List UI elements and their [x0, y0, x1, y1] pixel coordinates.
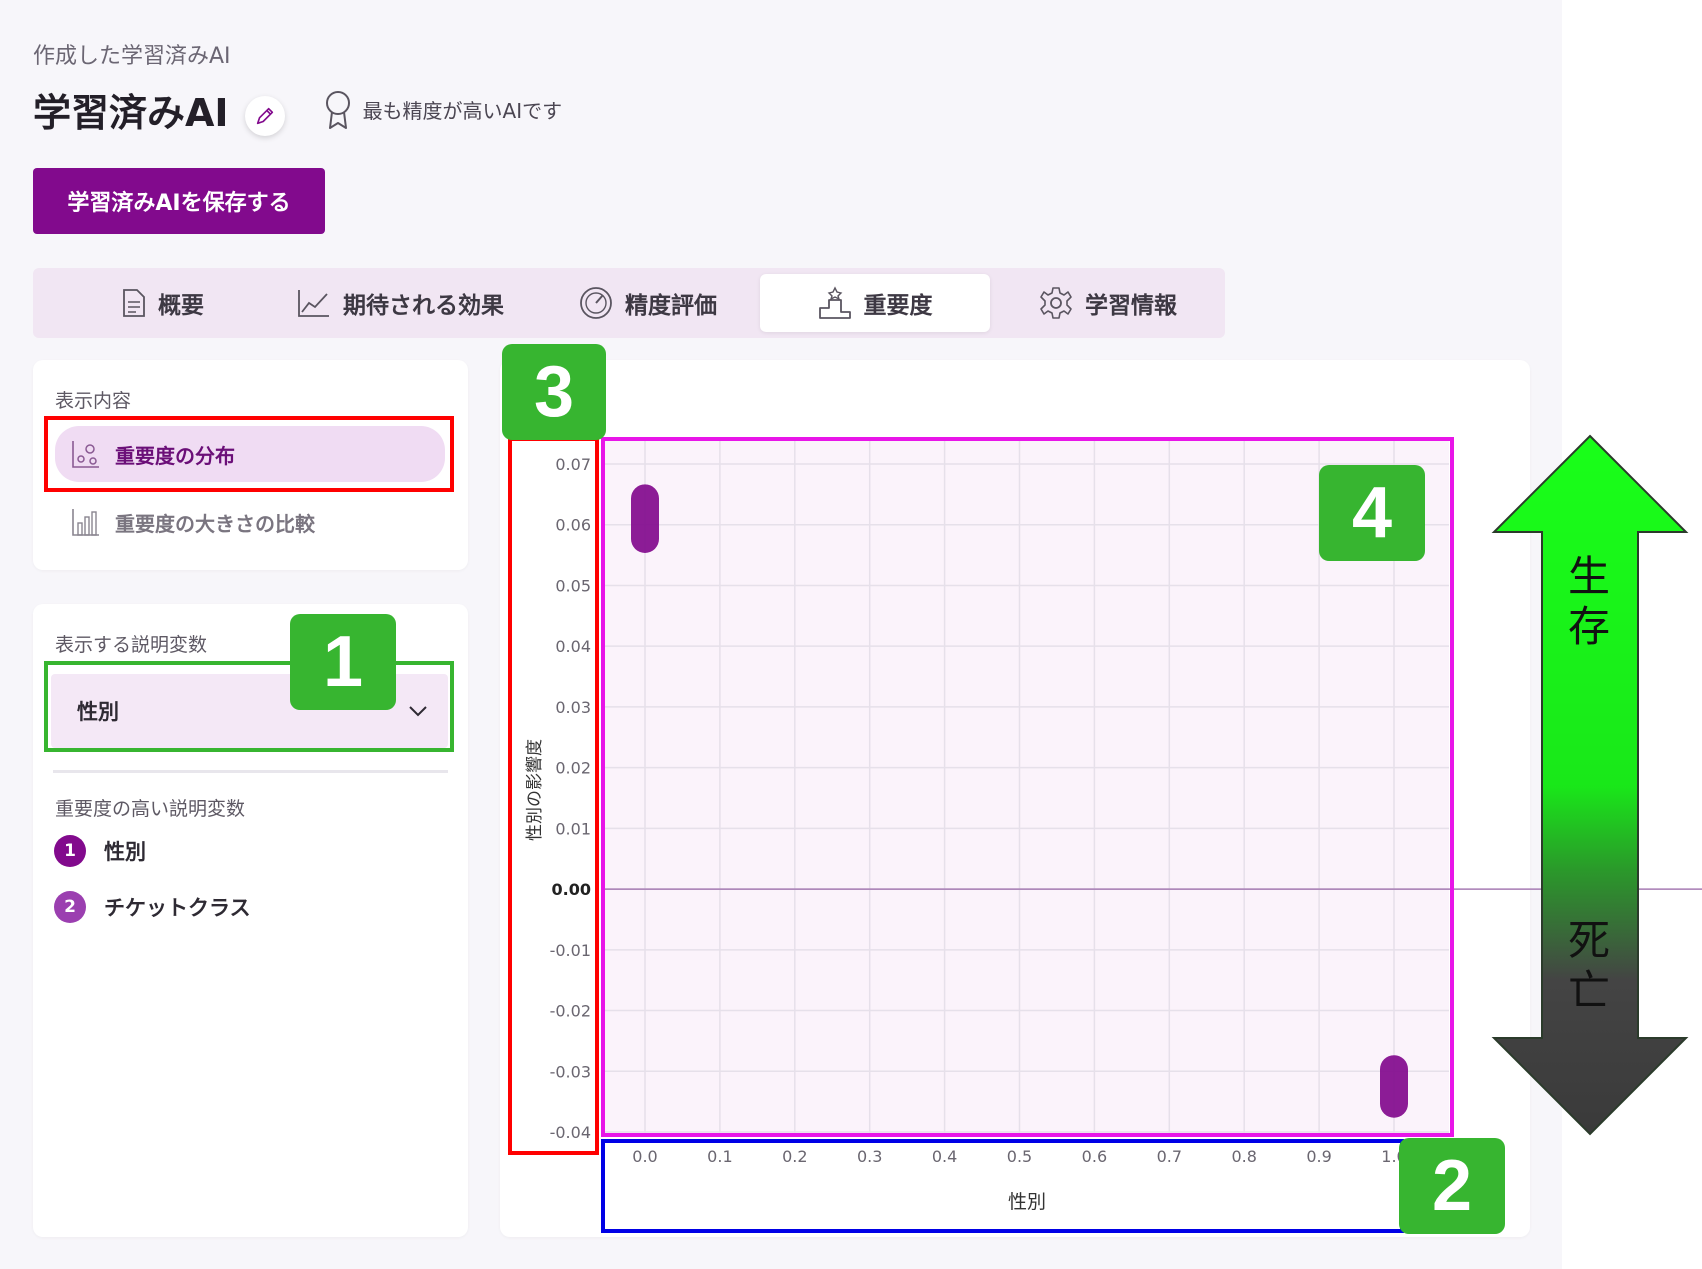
annotation-badge-4: 4: [1319, 465, 1425, 561]
death-label: 死亡: [1567, 916, 1610, 1015]
data-point: [631, 484, 659, 553]
y-axis-ticks: 0.07 0.06 0.05 0.04 0.03 0.02 0.01 0.00 -0.01 -0.…: [550, 455, 591, 1142]
y-tick-label: 0.02: [555, 759, 591, 778]
y-tick-label: -0.01: [550, 941, 591, 960]
annotation-badge-2: 2: [1399, 1138, 1505, 1234]
y-tick-label: 0.03: [555, 698, 591, 717]
y-tick-label: -0.03: [550, 1062, 591, 1081]
y-tick-label: 0.01: [555, 819, 591, 838]
annotation-badge-3: 3: [502, 344, 606, 440]
y-tick-label: 0.05: [555, 576, 591, 595]
y-tick-label: 0.07: [555, 455, 591, 474]
importance-scatter-chart: 0.070.060.050.040.030.020.010.00-0.01-0.…: [525, 441, 1702, 1213]
data-point: [1380, 1055, 1408, 1118]
x-tick-label: 0.5: [1007, 1147, 1032, 1166]
x-tick-label: 0.1: [707, 1147, 732, 1166]
x-tick-label: 0.2: [782, 1147, 807, 1166]
x-tick-label: 0.6: [1082, 1147, 1107, 1166]
x-axis-label: 性別: [1008, 1191, 1046, 1213]
x-axis-ticks: 0.0 0.1 0.2 0.3 0.4 0.5 0.6 0.7 0.8 0.9 1.0: [632, 1147, 1406, 1166]
x-tick-label: 0.0: [632, 1147, 657, 1166]
survival-arrow: [1491, 434, 1689, 1136]
annotation-badge-1: 1: [290, 614, 396, 710]
y-tick-label: 0.00: [552, 880, 591, 899]
y-tick-label: -0.02: [550, 1002, 591, 1021]
double-arrow-icon: [1491, 434, 1689, 1136]
y-tick-label: 0.06: [555, 516, 591, 535]
survive-label: 生存: [1567, 552, 1610, 651]
y-tick-label: -0.04: [550, 1123, 591, 1142]
x-tick-label: 0.7: [1157, 1147, 1182, 1166]
y-tick-label: 0.04: [555, 637, 591, 656]
x-tick-label: 0.4: [932, 1147, 957, 1166]
x-tick-label: 0.8: [1231, 1147, 1256, 1166]
y-axis-label: 性別の影響度: [525, 739, 545, 841]
x-tick-label: 0.9: [1306, 1147, 1331, 1166]
x-tick-label: 0.3: [857, 1147, 882, 1166]
